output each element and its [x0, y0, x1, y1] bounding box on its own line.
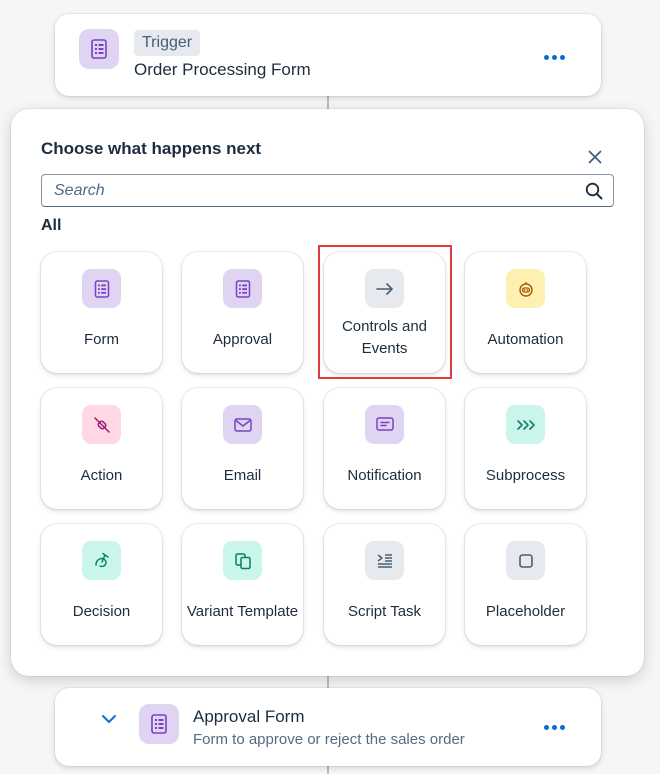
trigger-badge: Trigger [134, 30, 201, 56]
search-field[interactable] [41, 174, 614, 207]
tile-label: Placeholder [485, 602, 566, 620]
more-icon[interactable] [542, 719, 567, 736]
tile-approval[interactable]: Approval [182, 252, 303, 373]
tile-subprocess[interactable]: Subprocess [465, 388, 586, 509]
robot-icon [506, 269, 545, 308]
tile-automation[interactable]: Automation [465, 252, 586, 373]
script-icon [365, 541, 404, 580]
tile-variant-template[interactable]: Variant Template [182, 524, 303, 645]
next-step-picker: Choose what happens next All Form [11, 109, 644, 676]
approval-step-title: Approval Form [193, 707, 305, 726]
section-label-all: All [41, 217, 62, 234]
tile-script-task[interactable]: Script Task [324, 524, 445, 645]
tile-label: Approval [212, 330, 273, 348]
tile-controls-and-events[interactable]: Controls and Events [324, 252, 445, 373]
plug-icon [82, 405, 121, 444]
form-icon [79, 29, 119, 69]
tile-label: Decision [72, 602, 131, 620]
flow-connector [327, 766, 329, 774]
tile-decision[interactable]: Decision [41, 524, 162, 645]
tile-label: Variant Template [186, 602, 299, 620]
form-icon [139, 704, 179, 744]
form-icon [82, 269, 121, 308]
tile-label: Script Task [347, 602, 422, 620]
trigger-step-title: Order Processing Form [134, 60, 311, 79]
tile-action[interactable]: Action [41, 388, 162, 509]
flow-connector [327, 96, 329, 110]
search-input[interactable] [42, 175, 562, 206]
copy-icon [223, 541, 262, 580]
message-icon [365, 405, 404, 444]
chevron-down-icon[interactable] [101, 712, 117, 730]
more-icon[interactable] [542, 49, 567, 66]
tile-label: Controls and Events [341, 317, 428, 357]
approval-step-card[interactable]: Approval Form Form to approve or reject … [55, 688, 601, 766]
tile-label: Email [223, 466, 262, 484]
tile-notification[interactable]: Notification [324, 388, 445, 509]
tile-label: Action [80, 466, 123, 484]
trigger-step-card[interactable]: Trigger Order Processing Form [55, 14, 601, 96]
tile-email[interactable]: Email [182, 388, 303, 509]
placeholder-icon [506, 541, 545, 580]
chevrons-right-icon [506, 405, 545, 444]
approval-step-description: Form to approve or reject the sales orde… [193, 731, 465, 748]
arrow-right-icon [365, 269, 404, 308]
flow-connector [327, 676, 329, 688]
tile-label: Subprocess [485, 466, 566, 484]
tile-placeholder[interactable]: Placeholder [465, 524, 586, 645]
picker-title: Choose what happens next [41, 139, 262, 158]
tile-label: Form [84, 330, 119, 348]
tile-form[interactable]: Form [41, 252, 162, 373]
tile-label: Notification [347, 466, 422, 484]
decision-icon [82, 541, 121, 580]
search-icon[interactable] [585, 182, 603, 205]
email-icon [223, 405, 262, 444]
tile-label: Automation [487, 330, 564, 348]
approval-icon [223, 269, 262, 308]
close-icon[interactable] [583, 145, 607, 169]
